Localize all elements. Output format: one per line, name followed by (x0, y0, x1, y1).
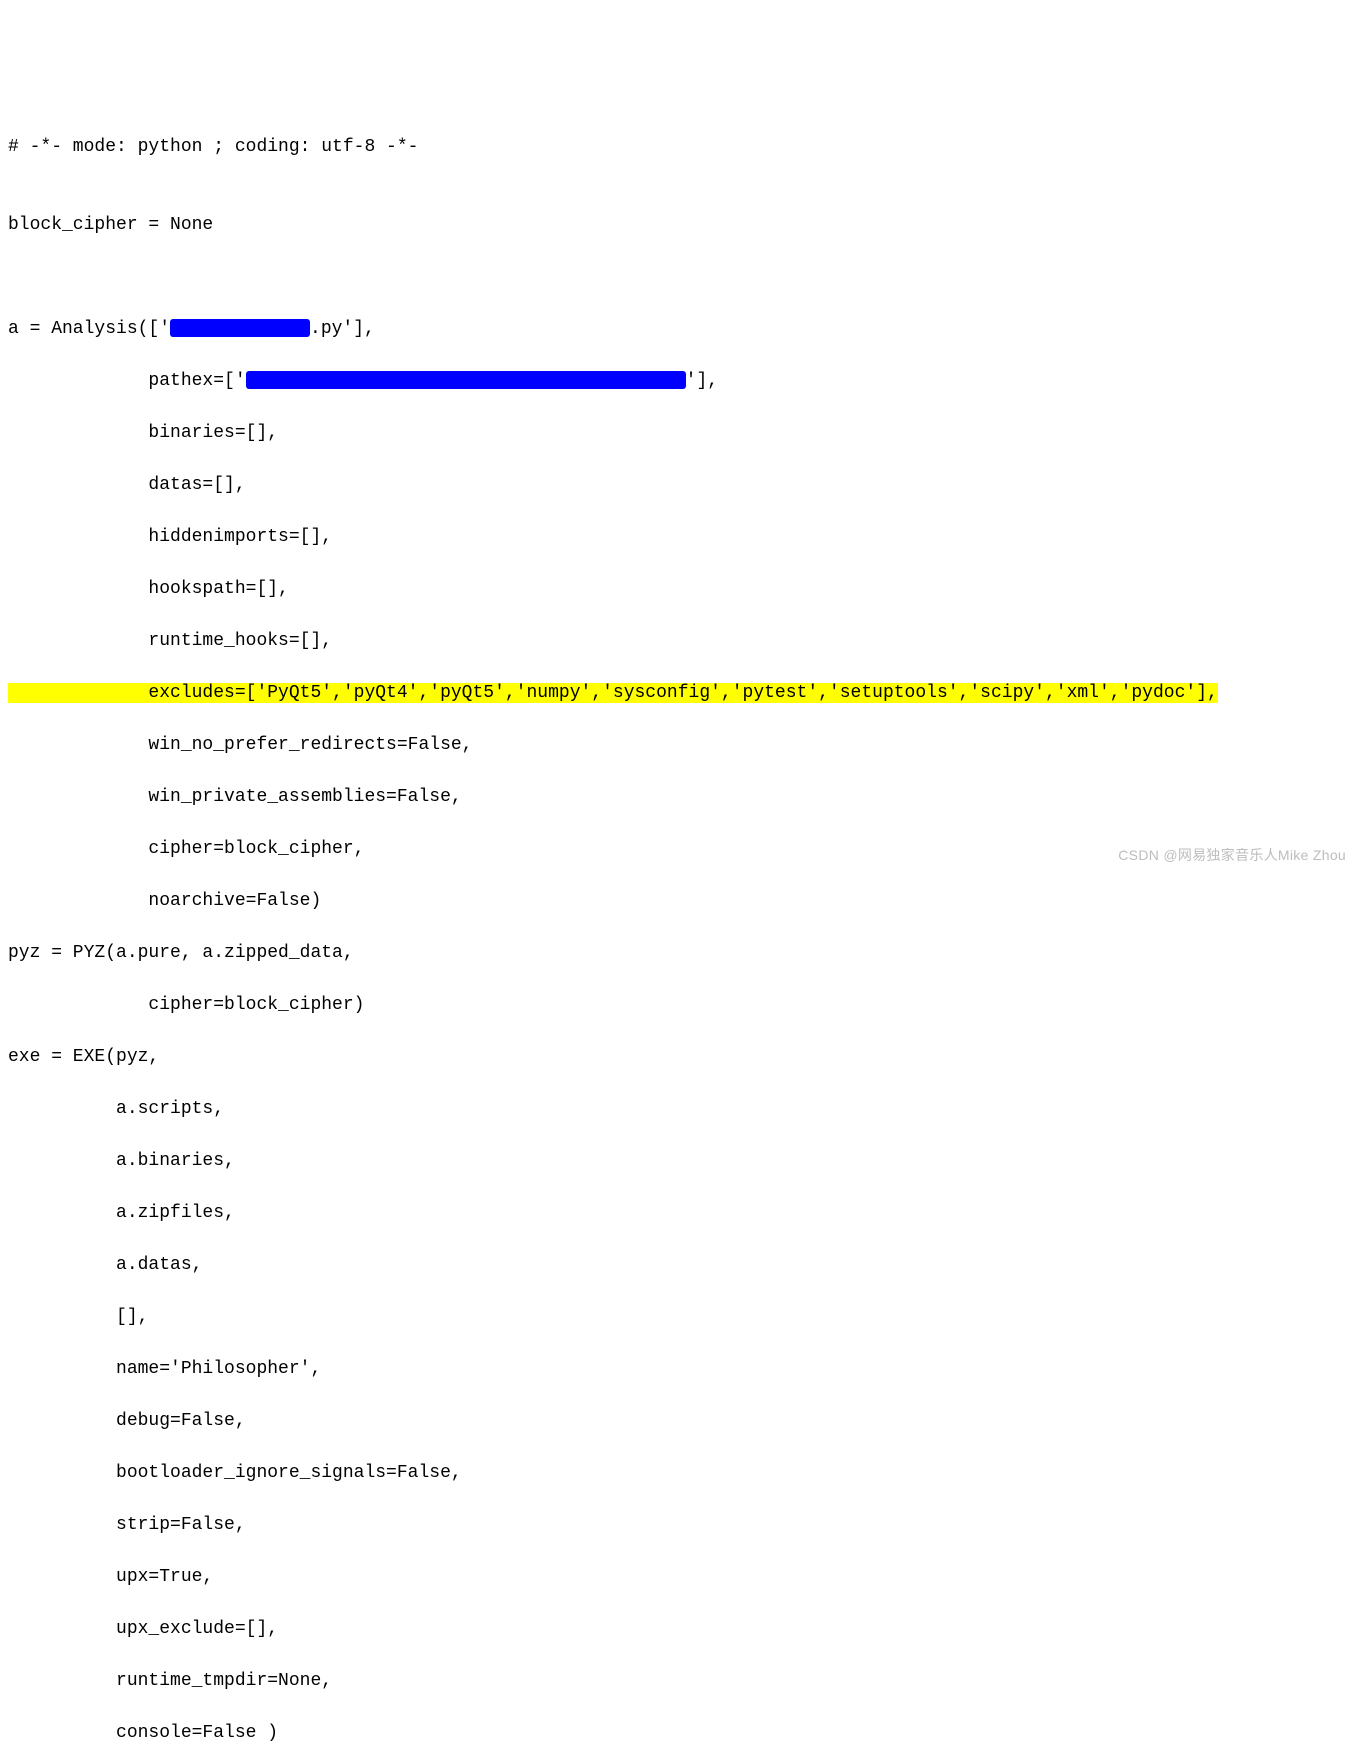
code-line: a.binaries, (8, 1148, 1350, 1174)
code-line: bootloader_ignore_signals=False, (8, 1460, 1350, 1486)
code-line: runtime_tmpdir=None, (8, 1668, 1350, 1694)
code-line: cipher=block_cipher) (8, 992, 1350, 1018)
code-line: # -*- mode: python ; coding: utf-8 -*- (8, 134, 1350, 160)
csdn-watermark: CSDN @网易独家音乐人Mike Zhou (1118, 842, 1346, 868)
code-line: datas=[], (8, 472, 1350, 498)
code-line: upx=True, (8, 1564, 1350, 1590)
code-line: [], (8, 1304, 1350, 1330)
code-line: block_cipher = None (8, 212, 1350, 238)
code-line: debug=False, (8, 1408, 1350, 1434)
redacted-script-name (170, 319, 310, 337)
code-line: a.scripts, (8, 1096, 1350, 1122)
code-line: runtime_hooks=[], (8, 628, 1350, 654)
code-line: binaries=[], (8, 420, 1350, 446)
redacted-path (246, 371, 686, 389)
code-line: console=False ) (8, 1720, 1350, 1746)
code-line: win_private_assemblies=False, (8, 784, 1350, 810)
code-text: a = Analysis([' (8, 319, 170, 339)
code-line: exe = EXE(pyz, (8, 1044, 1350, 1070)
code-line-analysis: a = Analysis([' .py'], (8, 316, 1350, 342)
code-line: win_no_prefer_redirects=False, (8, 732, 1350, 758)
code-line: upx_exclude=[], (8, 1616, 1350, 1642)
code-line: a.datas, (8, 1252, 1350, 1278)
highlighted-excludes: excludes=['PyQt5','pyQt4','pyQt5','numpy… (8, 683, 1218, 703)
code-line-pathex: pathex=[' '], (8, 368, 1350, 394)
code-text: pathex=[' (8, 371, 246, 391)
code-line: strip=False, (8, 1512, 1350, 1538)
code-line: noarchive=False) (8, 888, 1350, 914)
code-block: # -*- mode: python ; coding: utf-8 -*- b… (8, 108, 1350, 1756)
code-line: a.zipfiles, (8, 1200, 1350, 1226)
code-line: hiddenimports=[], (8, 524, 1350, 550)
code-line-excludes: excludes=['PyQt5','pyQt4','pyQt5','numpy… (8, 680, 1350, 706)
code-line: hookspath=[], (8, 576, 1350, 602)
code-line: pyz = PYZ(a.pure, a.zipped_data, (8, 940, 1350, 966)
code-line: name='Philosopher', (8, 1356, 1350, 1382)
code-text: .py'], (310, 319, 375, 339)
code-text: '], (686, 371, 718, 391)
